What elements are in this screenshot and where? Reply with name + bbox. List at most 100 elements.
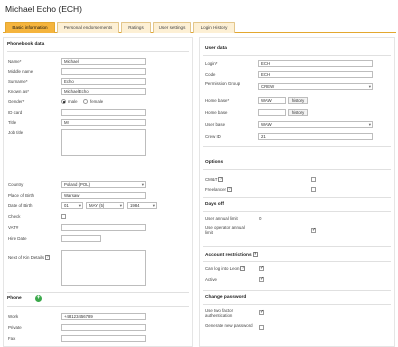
tab-login-history[interactable]: Login History: [193, 22, 235, 33]
divider: [203, 146, 391, 147]
annual-limit-label: User annual limit: [205, 216, 238, 221]
two-factor-label: Use two factor authentication: [205, 308, 234, 318]
date-of-birth-label: Date of Birth: [8, 203, 33, 208]
code-label: Code: [205, 72, 216, 77]
generate-password-checkbox[interactable]: [259, 325, 264, 330]
operator-limit-label: Use operator annual limit: [205, 225, 245, 235]
name-field[interactable]: Michael: [61, 58, 146, 65]
active-label: Active: [205, 277, 217, 282]
help-icon[interactable]: ?: [227, 187, 232, 193]
days-off-heading: Days off: [205, 202, 224, 207]
name-label: Name*: [8, 59, 22, 64]
vat-label: VAT#: [8, 225, 19, 230]
known-as-label: Known as*: [8, 89, 29, 94]
cmt-label: CM&T?: [205, 177, 224, 183]
country-select[interactable]: Poland (POL): [61, 181, 146, 188]
phone-heading: Phone: [7, 296, 22, 301]
home-base-field[interactable]: WAW: [258, 97, 286, 104]
annual-limit-value: 0: [259, 216, 262, 221]
active-checkbox[interactable]: [259, 276, 264, 282]
fax-field[interactable]: [61, 335, 146, 342]
two-factor-checkbox[interactable]: [259, 309, 264, 315]
known-as-field[interactable]: MichaelEcho: [61, 88, 146, 95]
help-icon[interactable]: ?: [218, 177, 224, 183]
crew-id-field[interactable]: 21: [258, 133, 373, 140]
home-base-2-history-button[interactable]: history: [288, 109, 308, 116]
help-icon[interactable]: ?: [252, 252, 258, 257]
divider: [203, 290, 391, 291]
title-field[interactable]: Mr: [61, 119, 146, 126]
divider: [203, 197, 391, 198]
place-of-birth-label: Place of Birth: [8, 193, 35, 198]
divider: [203, 246, 391, 247]
fax-label: Fax: [8, 336, 16, 341]
home-base-2-label: Home base: [205, 110, 228, 115]
crew-id-label: Crew ID: [205, 134, 221, 139]
middle-name-label: Middle name: [8, 69, 34, 74]
divider: [203, 304, 391, 305]
dob-day-select[interactable]: 01: [61, 202, 83, 209]
login-label: Login*: [205, 61, 218, 66]
can-log-checkbox[interactable]: [259, 265, 264, 271]
options-heading: Options: [205, 160, 224, 165]
page-title: Michael Echo (ECH): [5, 4, 82, 14]
gender-label: Gender*: [8, 99, 25, 104]
divider: [203, 169, 391, 170]
tab-ratings[interactable]: Ratings: [121, 22, 151, 33]
tab-basic-information[interactable]: Basic information: [5, 22, 55, 33]
next-of-kin-label: Next of Kin Details?: [8, 255, 51, 261]
divider: [203, 55, 391, 56]
hire-date-field[interactable]: [61, 235, 101, 242]
phonebook-heading: Phonebook data: [7, 42, 45, 47]
code-field[interactable]: ECH: [258, 71, 373, 78]
home-base-history-button[interactable]: history: [288, 97, 308, 104]
middle-name-field[interactable]: [61, 68, 146, 75]
next-of-kin-textarea[interactable]: [61, 250, 146, 286]
home-base-label: Home base*: [205, 98, 230, 103]
user-base-label: User base: [205, 122, 226, 127]
help-icon[interactable]: ?: [45, 255, 51, 261]
tab-user-settings[interactable]: User settings: [153, 22, 191, 33]
freelancer-checkbox[interactable]: [311, 187, 316, 192]
gender-female-radio[interactable]: [83, 99, 88, 104]
check-checkbox[interactable]: [61, 214, 66, 219]
surname-field[interactable]: Echo: [61, 78, 146, 85]
change-password-heading: Change password: [205, 295, 247, 300]
account-restrictions-heading: Account restrictions?: [205, 252, 258, 258]
user-base-select[interactable]: WAW: [258, 121, 373, 128]
tab-personal-endorsements[interactable]: Personal endorsements: [57, 22, 119, 33]
freelancer-label: Freelancer?: [205, 187, 232, 193]
permission-group-label: Permission Group: [205, 81, 241, 86]
gender-female-label: female: [90, 99, 104, 104]
check-label: Check: [8, 214, 21, 219]
help-icon[interactable]: ?: [240, 266, 246, 272]
divider: [7, 306, 189, 307]
title-label: Title: [8, 120, 17, 125]
place-of-birth-field[interactable]: Warsaw: [61, 192, 146, 199]
vat-field[interactable]: [61, 224, 146, 231]
id-card-label: ID card: [8, 110, 23, 115]
divider: [203, 261, 391, 262]
cmt-checkbox[interactable]: [311, 177, 316, 182]
divider: [203, 211, 391, 212]
surname-label: Surname*: [8, 79, 28, 84]
dob-month-select[interactable]: MAY (5): [86, 202, 124, 209]
private-phone-field[interactable]: [61, 324, 146, 331]
private-phone-label: Private: [8, 325, 22, 330]
job-title-label: Job title: [8, 130, 24, 135]
operator-limit-checkbox[interactable]: [311, 227, 316, 233]
user-data-heading: User data: [205, 46, 227, 51]
hire-date-label: Hire Date: [8, 236, 27, 241]
id-card-field[interactable]: [61, 109, 146, 116]
work-phone-label: Work: [8, 314, 19, 319]
job-title-textarea[interactable]: [61, 129, 146, 156]
add-phone-icon[interactable]: +: [35, 294, 42, 302]
login-field[interactable]: ECH: [258, 60, 373, 67]
permission-group-select[interactable]: CREW: [258, 83, 373, 90]
generate-password-label: Generate new password: [205, 323, 253, 328]
home-base-2-field[interactable]: [258, 109, 286, 116]
work-phone-field[interactable]: +48123456789: [61, 313, 146, 320]
tab-bar: Basic information Personal endorsements …: [3, 22, 396, 33]
gender-male-radio[interactable]: [61, 99, 66, 104]
dob-year-select[interactable]: 1984: [127, 202, 157, 209]
